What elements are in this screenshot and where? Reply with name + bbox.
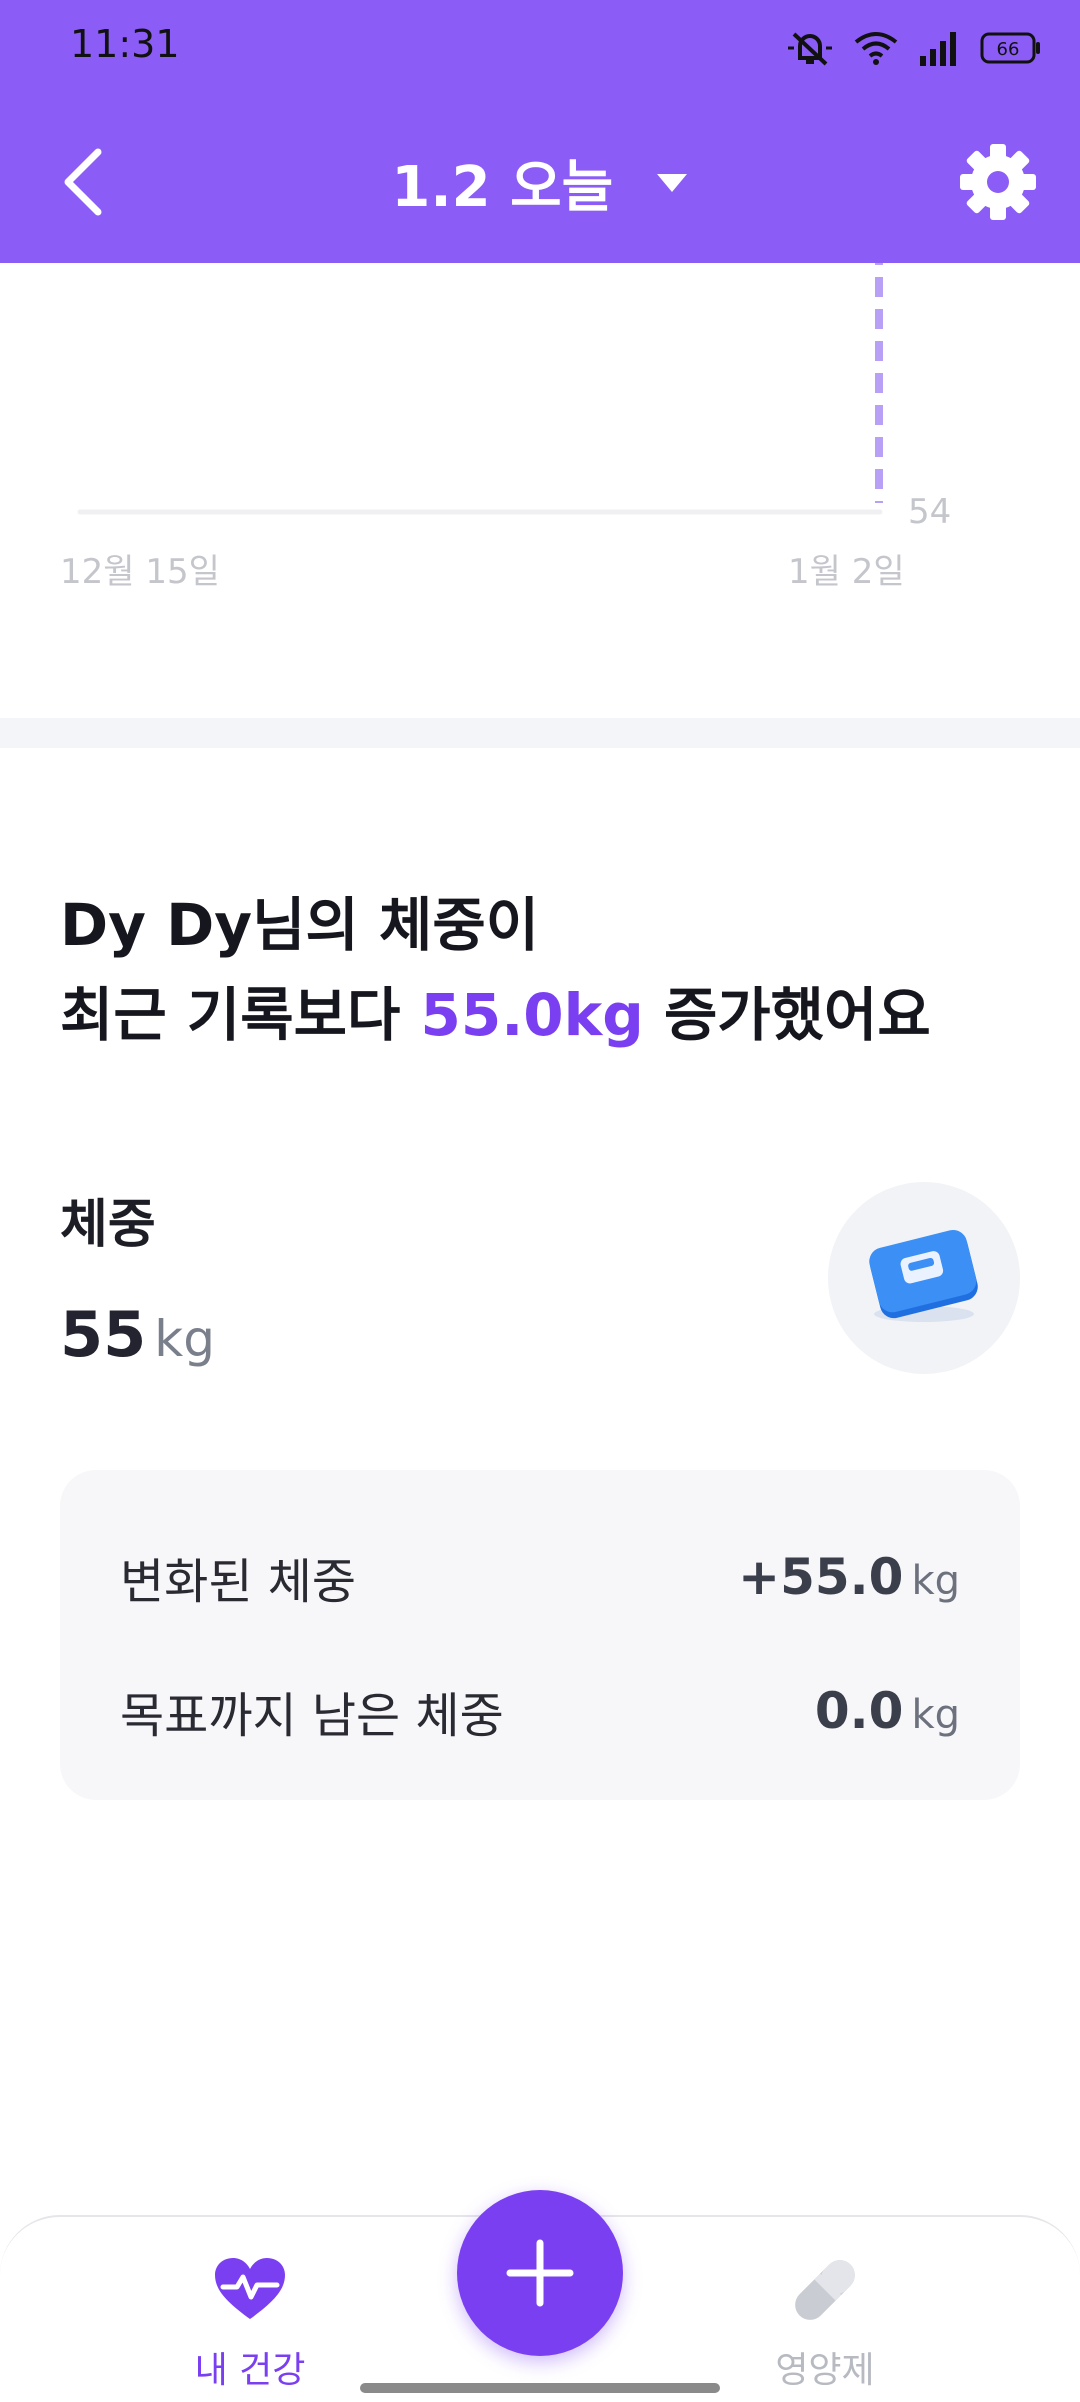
battery-icon: 66 — [980, 32, 1040, 64]
scale-icon — [869, 1230, 978, 1322]
mute-icon — [788, 32, 832, 66]
nav-row: 1.2 오늘 — [0, 120, 1080, 240]
y-tick-label: 54 — [908, 492, 951, 532]
stat-row-remaining: 목표까지 남은 체중 0.0 kg — [120, 1676, 960, 1746]
date-selector[interactable]: 1.2 오늘 — [0, 142, 1080, 223]
stat-row-changed: 변화된 체중 +55.0 kg — [120, 1542, 960, 1612]
weight-stats-card: 변화된 체중 +55.0 kg 목표까지 남은 체중 0.0 kg — [60, 1470, 1020, 1800]
status-bar: 11:31 66 — [0, 0, 1080, 95]
stat-label: 목표까지 남은 체중 — [120, 1688, 504, 1744]
nav-label: 영양제 — [775, 2350, 875, 2391]
x-tick-label: 12월 15일 — [60, 552, 220, 592]
nav-item-my-health[interactable]: 내 건강 — [150, 2257, 350, 2393]
chart-svg: 54 12월 15일 1월 2일 — [60, 213, 951, 592]
scale-badge — [828, 1182, 1020, 1374]
home-indicator[interactable] — [360, 2383, 720, 2393]
stat-value: 0.0 — [814, 1682, 904, 1740]
weight-chart: 54 12월 15일 1월 2일 — [0, 213, 1080, 718]
stat-value-wrap: +55.0 kg — [738, 1548, 960, 1606]
app-header: 11:31 66 1.2 오늘 — [0, 0, 1080, 263]
summary-suffix: 증가했어요 — [643, 981, 931, 1049]
plus-icon — [506, 2239, 574, 2307]
status-icons: 66 — [786, 28, 1042, 68]
section-divider — [0, 718, 1080, 748]
summary-line-1: Dy Dy님의 체중이 — [60, 891, 540, 959]
x-tick-label: 1월 2일 — [788, 552, 905, 592]
stat-value-wrap: 0.0 kg — [815, 1682, 960, 1740]
caret-down-icon — [656, 173, 687, 192]
nav-item-supplements[interactable]: 영양제 — [725, 2257, 925, 2393]
pill-icon — [795, 2260, 855, 2320]
weight-label: 체중 — [60, 1195, 156, 1255]
summary-line-2: 최근 기록보다 55.0kg 증가했어요 — [60, 970, 1020, 1060]
stat-unit: kg — [911, 1692, 960, 1738]
status-time: 11:31 — [70, 22, 180, 66]
weight-summary: Dy Dy님의 체중이 최근 기록보다 55.0kg 증가했어요 — [60, 880, 1020, 1060]
weight-value: 55 — [60, 1298, 147, 1371]
summary-change: 55.0kg — [420, 981, 644, 1049]
gear-icon — [960, 144, 1036, 220]
add-record-button[interactable] — [457, 2190, 623, 2356]
stat-value: +55.0 — [738, 1548, 904, 1606]
stat-unit: kg — [911, 1558, 960, 1604]
summary-prefix: 최근 기록보다 — [60, 981, 421, 1049]
stat-label: 변화된 체중 — [120, 1554, 357, 1610]
page-title: 1.2 오늘 — [391, 155, 614, 220]
signal-icon — [920, 32, 956, 66]
wifi-icon — [854, 32, 898, 65]
weight-unit: kg — [154, 1310, 215, 1368]
battery-level: 66 — [997, 39, 1020, 60]
nav-label: 내 건강 — [194, 2350, 306, 2391]
heart-pulse-icon — [215, 2258, 285, 2319]
weight-value-row: 55 kg — [60, 1298, 215, 1371]
settings-button[interactable] — [956, 140, 1040, 224]
